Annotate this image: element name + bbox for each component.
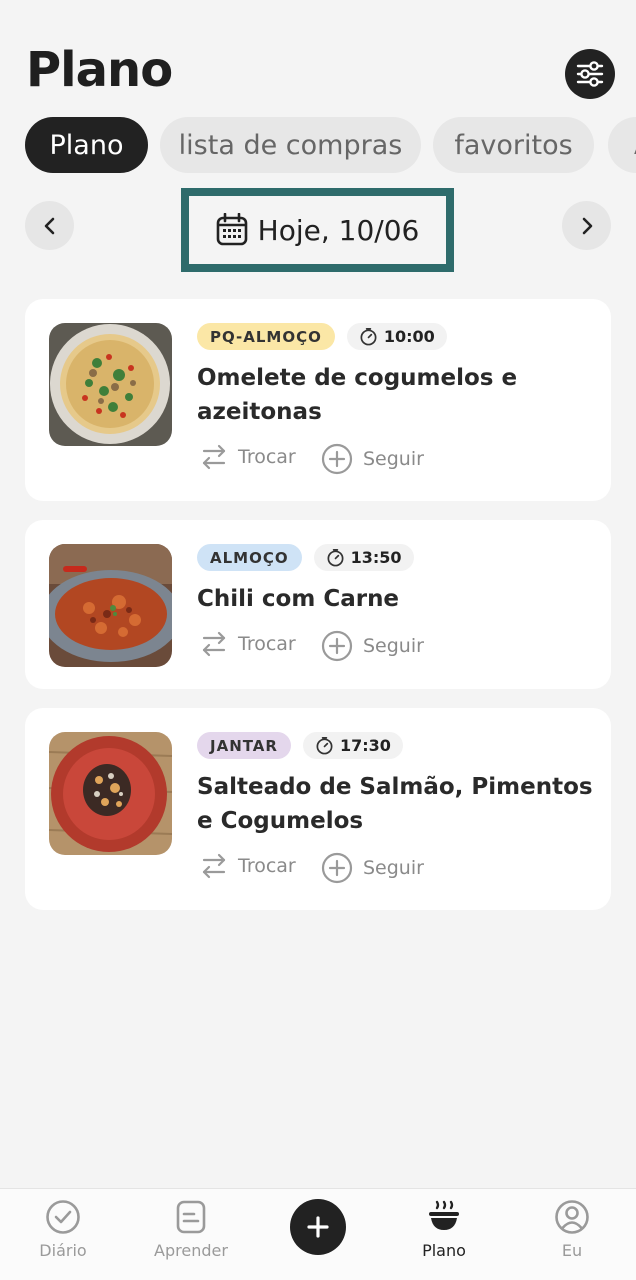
add-circle-icon bbox=[321, 630, 353, 662]
nav-label: Plano bbox=[422, 1241, 466, 1260]
plus-icon bbox=[307, 1216, 329, 1238]
meal-title[interactable]: Salteado de Salmão, Pimentos e Cogumelos bbox=[197, 770, 597, 838]
chevron-left-icon bbox=[44, 217, 54, 234]
meal-card[interactable]: ALMOÇO 13:50 Chili com Carne Trocar Segu… bbox=[25, 520, 611, 689]
stopwatch-icon bbox=[360, 328, 377, 346]
follow-button[interactable]: Seguir bbox=[321, 630, 424, 662]
meal-card[interactable]: JANTAR 17:30 Salteado de Salmão, Pimento… bbox=[25, 708, 611, 910]
meal-time-value: 10:00 bbox=[383, 327, 435, 346]
sliders-icon bbox=[576, 61, 604, 87]
stopwatch-icon bbox=[316, 737, 333, 755]
meal-title[interactable]: Omelete de cogumelos e azeitonas bbox=[197, 361, 597, 429]
meal-card[interactable]: PQ-ALMOÇO 10:00 Omelete de cogumelos e a… bbox=[25, 299, 611, 501]
nav-item-aprender[interactable]: Aprender bbox=[136, 1199, 246, 1260]
tab-lista-de-compras[interactable]: lista de compras bbox=[160, 117, 421, 173]
add-circle-icon bbox=[321, 443, 353, 475]
nav-label: Aprender bbox=[154, 1241, 228, 1260]
swap-button[interactable]: Trocar bbox=[200, 630, 296, 658]
meal-time: 13:50 bbox=[313, 544, 414, 571]
nav-item-eu[interactable]: Eu bbox=[517, 1199, 627, 1260]
meal-time-value: 13:50 bbox=[350, 548, 402, 567]
bottom-nav: Diário Aprender Plano Eu bbox=[0, 1188, 636, 1280]
meal-meta: JANTAR 17:30 bbox=[197, 732, 403, 759]
meal-time: 10:00 bbox=[346, 323, 447, 350]
swap-label: Trocar bbox=[238, 446, 296, 468]
nav-item-plano[interactable]: Plano bbox=[389, 1199, 499, 1260]
meal-type-badge: ALMOÇO bbox=[197, 544, 302, 571]
swap-icon bbox=[202, 631, 226, 657]
header: Plano bbox=[0, 0, 636, 110]
user-circle-icon bbox=[555, 1200, 589, 1234]
next-day-button[interactable] bbox=[562, 201, 611, 250]
date-navigator: Hoje, 10/06 bbox=[0, 188, 636, 272]
swap-label: Trocar bbox=[238, 633, 296, 655]
meal-type-badge: JANTAR bbox=[197, 732, 291, 759]
swap-label: Trocar bbox=[238, 855, 296, 877]
add-button[interactable] bbox=[290, 1199, 346, 1255]
meal-meta: PQ-ALMOÇO 10:00 bbox=[197, 323, 447, 350]
chevron-right-icon bbox=[582, 217, 592, 234]
document-icon bbox=[176, 1200, 206, 1234]
meal-image-chili bbox=[49, 544, 172, 667]
follow-label: Seguir bbox=[363, 635, 424, 657]
tab-bar: Plano lista de compras favoritos A bbox=[0, 117, 636, 173]
prev-day-button[interactable] bbox=[25, 201, 74, 250]
follow-label: Seguir bbox=[363, 448, 424, 470]
stopwatch-icon bbox=[327, 549, 344, 567]
page-title: Plano bbox=[26, 42, 173, 98]
meal-title[interactable]: Chili com Carne bbox=[197, 582, 597, 616]
settings-button[interactable] bbox=[565, 49, 615, 99]
bowl-icon bbox=[429, 1200, 459, 1230]
tab-favoritos[interactable]: favoritos bbox=[433, 117, 594, 173]
swap-button[interactable]: Trocar bbox=[200, 443, 296, 471]
meal-meta: ALMOÇO 13:50 bbox=[197, 544, 414, 571]
date-label: Hoje, 10/06 bbox=[257, 213, 420, 247]
nav-label: Eu bbox=[561, 1241, 583, 1260]
meal-type-badge: PQ-ALMOÇO bbox=[197, 323, 335, 350]
meal-image-omelete bbox=[49, 323, 172, 446]
tab-next-partial[interactable]: A bbox=[608, 117, 636, 173]
tab-plano[interactable]: Plano bbox=[25, 117, 148, 173]
swap-button[interactable]: Trocar bbox=[200, 852, 296, 880]
swap-icon bbox=[202, 853, 226, 879]
add-circle-icon bbox=[321, 852, 353, 884]
plan-screen: Plano Plano lista de compras favoritos A bbox=[0, 0, 636, 1280]
follow-button[interactable]: Seguir bbox=[321, 852, 424, 884]
meal-time: 17:30 bbox=[302, 732, 403, 759]
swap-icon bbox=[202, 444, 226, 470]
date-selector[interactable]: Hoje, 10/06 bbox=[181, 188, 454, 272]
meal-time-value: 17:30 bbox=[339, 736, 391, 755]
nav-label: Diário bbox=[39, 1241, 87, 1260]
calendar-icon bbox=[216, 213, 247, 246]
follow-button[interactable]: Seguir bbox=[321, 443, 424, 475]
follow-label: Seguir bbox=[363, 857, 424, 879]
nav-item-diario[interactable]: Diário bbox=[8, 1199, 118, 1260]
meal-image-salteado bbox=[49, 732, 172, 855]
check-circle-icon bbox=[46, 1200, 80, 1234]
